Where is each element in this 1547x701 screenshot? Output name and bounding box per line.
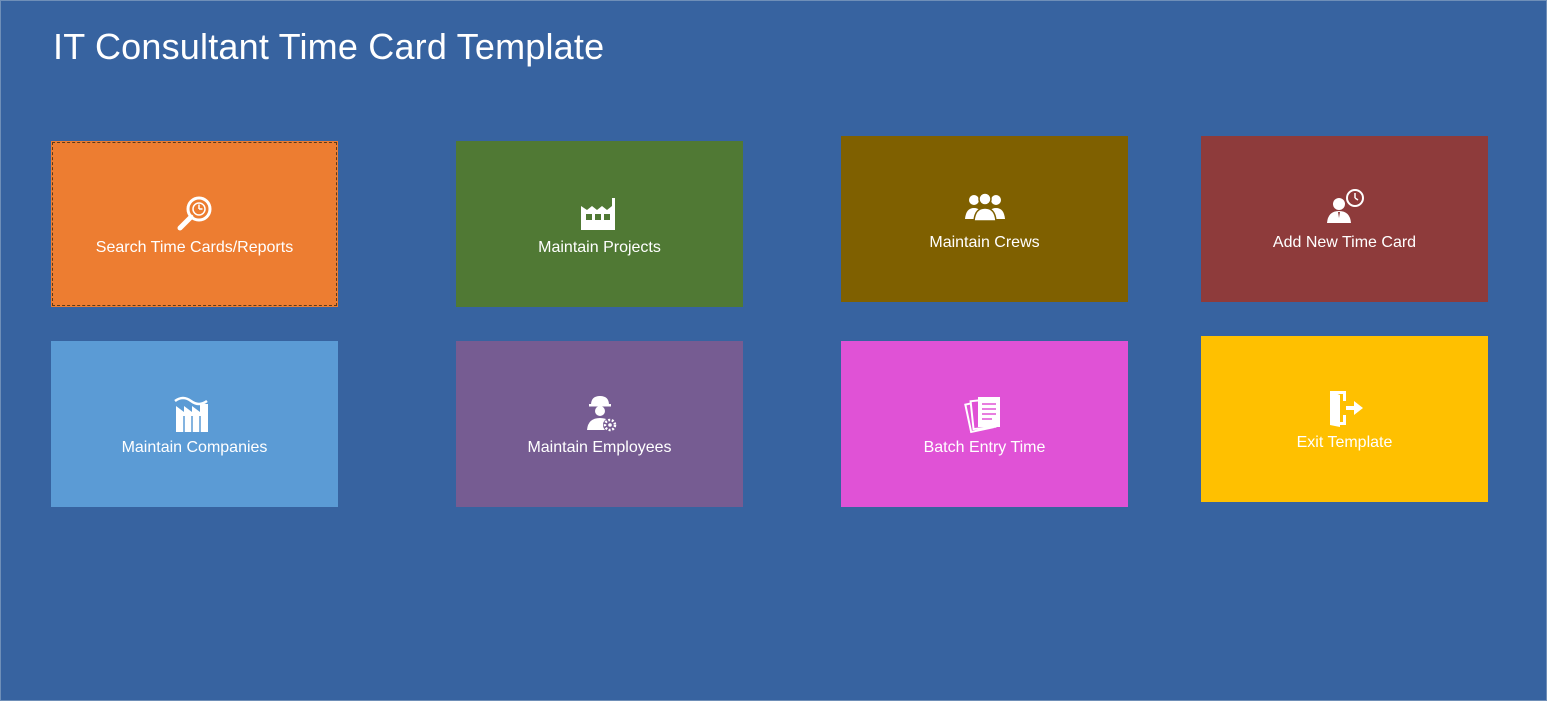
- add-new-time-card-button[interactable]: Add New Time Card: [1201, 136, 1488, 302]
- company-building-icon: [171, 391, 219, 435]
- maintain-companies-button[interactable]: Maintain Companies: [51, 341, 338, 507]
- search-clock-icon: [171, 191, 219, 235]
- worker-gear-icon: [576, 391, 624, 435]
- tile-label: Exit Template: [1296, 434, 1393, 451]
- tile-label: Maintain Companies: [121, 439, 268, 456]
- tile-label: Maintain Crews: [929, 234, 1040, 251]
- page-title: IT Consultant Time Card Template: [53, 26, 605, 67]
- exit-template-button[interactable]: Exit Template: [1201, 336, 1488, 502]
- maintain-crews-button[interactable]: Maintain Crews: [841, 136, 1128, 302]
- tile-label: Add New Time Card: [1272, 234, 1417, 251]
- tile-label: Maintain Projects: [538, 239, 661, 256]
- tile-label: Batch Entry Time: [923, 439, 1046, 456]
- factory-icon: [576, 191, 624, 235]
- tile-label: Search Time Cards/Reports: [95, 239, 294, 256]
- maintain-projects-button[interactable]: Maintain Projects: [456, 141, 743, 307]
- user-clock-icon: [1321, 186, 1369, 230]
- maintain-employees-button[interactable]: Maintain Employees: [456, 341, 743, 507]
- search-time-cards-button[interactable]: Search Time Cards/Reports: [51, 141, 338, 307]
- group-icon: [961, 186, 1009, 230]
- batch-entry-time-button[interactable]: Batch Entry Time: [841, 341, 1128, 507]
- documents-icon: [961, 391, 1009, 435]
- exit-door-icon: [1321, 386, 1369, 430]
- tile-label: Maintain Employees: [527, 439, 672, 456]
